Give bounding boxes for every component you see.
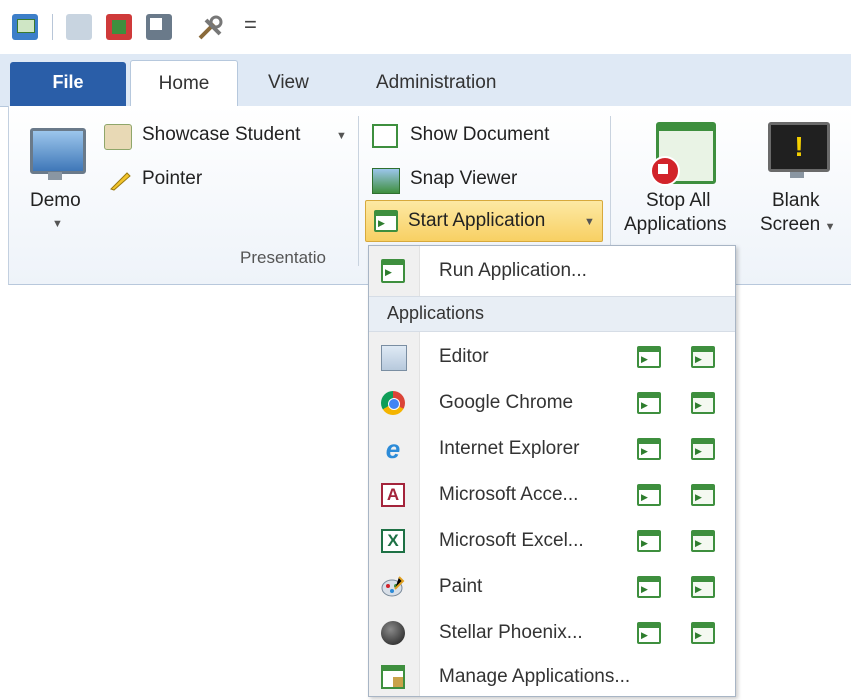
start-app-icon[interactable] [637, 530, 661, 552]
start-app-window-icon[interactable] [691, 622, 715, 644]
pointer-button[interactable]: Pointer [104, 164, 234, 196]
menu-item-run-application[interactable]: Run Application... [369, 248, 735, 294]
showcase-student-button[interactable]: Showcase Student ▼ [104, 120, 354, 152]
start-app-window-icon[interactable] [691, 530, 715, 552]
pen-icon [108, 168, 132, 192]
menu-item-editor[interactable]: Editor [369, 334, 735, 380]
start-app-icon[interactable] [637, 438, 661, 460]
group-separator [358, 116, 359, 266]
applications-header-label: Applications [387, 303, 485, 323]
run-application-icon [381, 259, 405, 283]
tab-administration[interactable]: Administration [376, 60, 496, 106]
show-document-label: Show Document [410, 124, 550, 145]
document-icon [372, 124, 398, 148]
app-label: Google Chrome [439, 392, 574, 413]
blank-screen-icon: ! [768, 122, 830, 172]
access-icon: A [381, 483, 405, 507]
stop-all-label-line2: Applications [624, 214, 727, 235]
start-app-icon[interactable] [637, 576, 661, 598]
start-app-window-icon[interactable] [691, 346, 715, 368]
applications-section-header: Applications [369, 296, 735, 332]
menu-item-google-chrome[interactable]: Google Chrome [369, 380, 735, 426]
stellar-icon [381, 621, 405, 645]
tools-icon[interactable] [196, 14, 223, 40]
application-icon [374, 210, 398, 232]
start-application-button[interactable]: Start Application ▼ [365, 200, 603, 242]
menu-item-microsoft-access[interactable]: A Microsoft Acce... [369, 472, 735, 518]
chevron-down-icon: ▼ [52, 218, 63, 230]
tab-file[interactable]: File [10, 62, 126, 106]
show-document-button[interactable]: Show Document [372, 120, 602, 152]
menu-item-stellar-phoenix[interactable]: Stellar Phoenix... [369, 610, 735, 656]
chrome-icon [381, 391, 405, 415]
manage-applications-label: Manage Applications... [439, 666, 631, 687]
snap-viewer-label: Snap Viewer [410, 168, 518, 189]
blank-label-line2: Screen [760, 214, 821, 235]
snap-viewer-button[interactable]: Snap Viewer [372, 164, 572, 196]
presentation-group-label: Presentatio [240, 248, 326, 267]
quick-access-toolbar: = [0, 0, 851, 54]
start-app-window-icon[interactable] [691, 484, 715, 506]
app-label: Microsoft Excel... [439, 530, 584, 551]
student-icon [104, 124, 132, 150]
app-icon[interactable] [12, 14, 38, 40]
blank-label-line2-row: Screen ▼ [760, 214, 836, 236]
demo-label: Demo [30, 190, 81, 211]
notepad-icon [381, 345, 407, 371]
chevron-down-icon: ▼ [584, 216, 595, 228]
pointer-icon[interactable] [146, 14, 172, 40]
group-separator [610, 116, 611, 266]
start-app-window-icon[interactable] [691, 576, 715, 598]
pointer-label: Pointer [142, 168, 203, 189]
app-label: Microsoft Acce... [439, 484, 579, 505]
monitor-icon [30, 128, 86, 174]
showcase-student-label: Showcase Student [142, 124, 301, 145]
toolbar-separator [52, 14, 53, 40]
app-label: Editor [439, 346, 489, 367]
tab-view[interactable]: View [268, 60, 309, 106]
excel-icon: X [381, 529, 405, 553]
menu-item-microsoft-excel[interactable]: X Microsoft Excel... [369, 518, 735, 564]
start-application-label: Start Application [408, 210, 546, 231]
run-application-label: Run Application... [439, 260, 587, 281]
blank-label-line1: Blank [772, 190, 820, 211]
refresh-icon[interactable] [106, 14, 132, 40]
start-application-menu: Run Application... Applications Editor G… [368, 245, 736, 697]
stop-all-applications-button[interactable]: Stop All Applications [622, 118, 750, 244]
snap-viewer-icon [372, 168, 400, 194]
chevron-down-icon: ▼ [336, 130, 347, 142]
qat-customize-icon[interactable]: = [244, 12, 257, 38]
undo-icon[interactable] [66, 14, 92, 40]
start-app-icon[interactable] [637, 346, 661, 368]
menu-item-paint[interactable]: Paint [369, 564, 735, 610]
menu-item-manage-applications[interactable]: Manage Applications... [369, 654, 735, 700]
app-label: Internet Explorer [439, 438, 580, 459]
start-app-icon[interactable] [637, 392, 661, 414]
app-label: Paint [439, 576, 483, 597]
start-app-icon[interactable] [637, 622, 661, 644]
stop-all-label-line1: Stop All [646, 190, 711, 211]
start-app-window-icon[interactable] [691, 392, 715, 414]
chevron-down-icon: ▼ [824, 221, 836, 233]
ribbon-tabs: File Home View Administration [0, 54, 851, 108]
manage-applications-icon [381, 665, 405, 689]
app-label: Stellar Phoenix... [439, 622, 583, 643]
start-app-icon[interactable] [637, 484, 661, 506]
ie-icon: e [385, 434, 401, 464]
demo-button[interactable]: Demo ▼ [18, 124, 96, 236]
blank-screen-button[interactable]: ! Blank Screen ▼ [752, 118, 848, 244]
menu-item-internet-explorer[interactable]: e Internet Explorer [369, 426, 735, 472]
paint-icon [381, 575, 405, 599]
start-app-window-icon[interactable] [691, 438, 715, 460]
tab-home[interactable]: Home [130, 60, 238, 108]
